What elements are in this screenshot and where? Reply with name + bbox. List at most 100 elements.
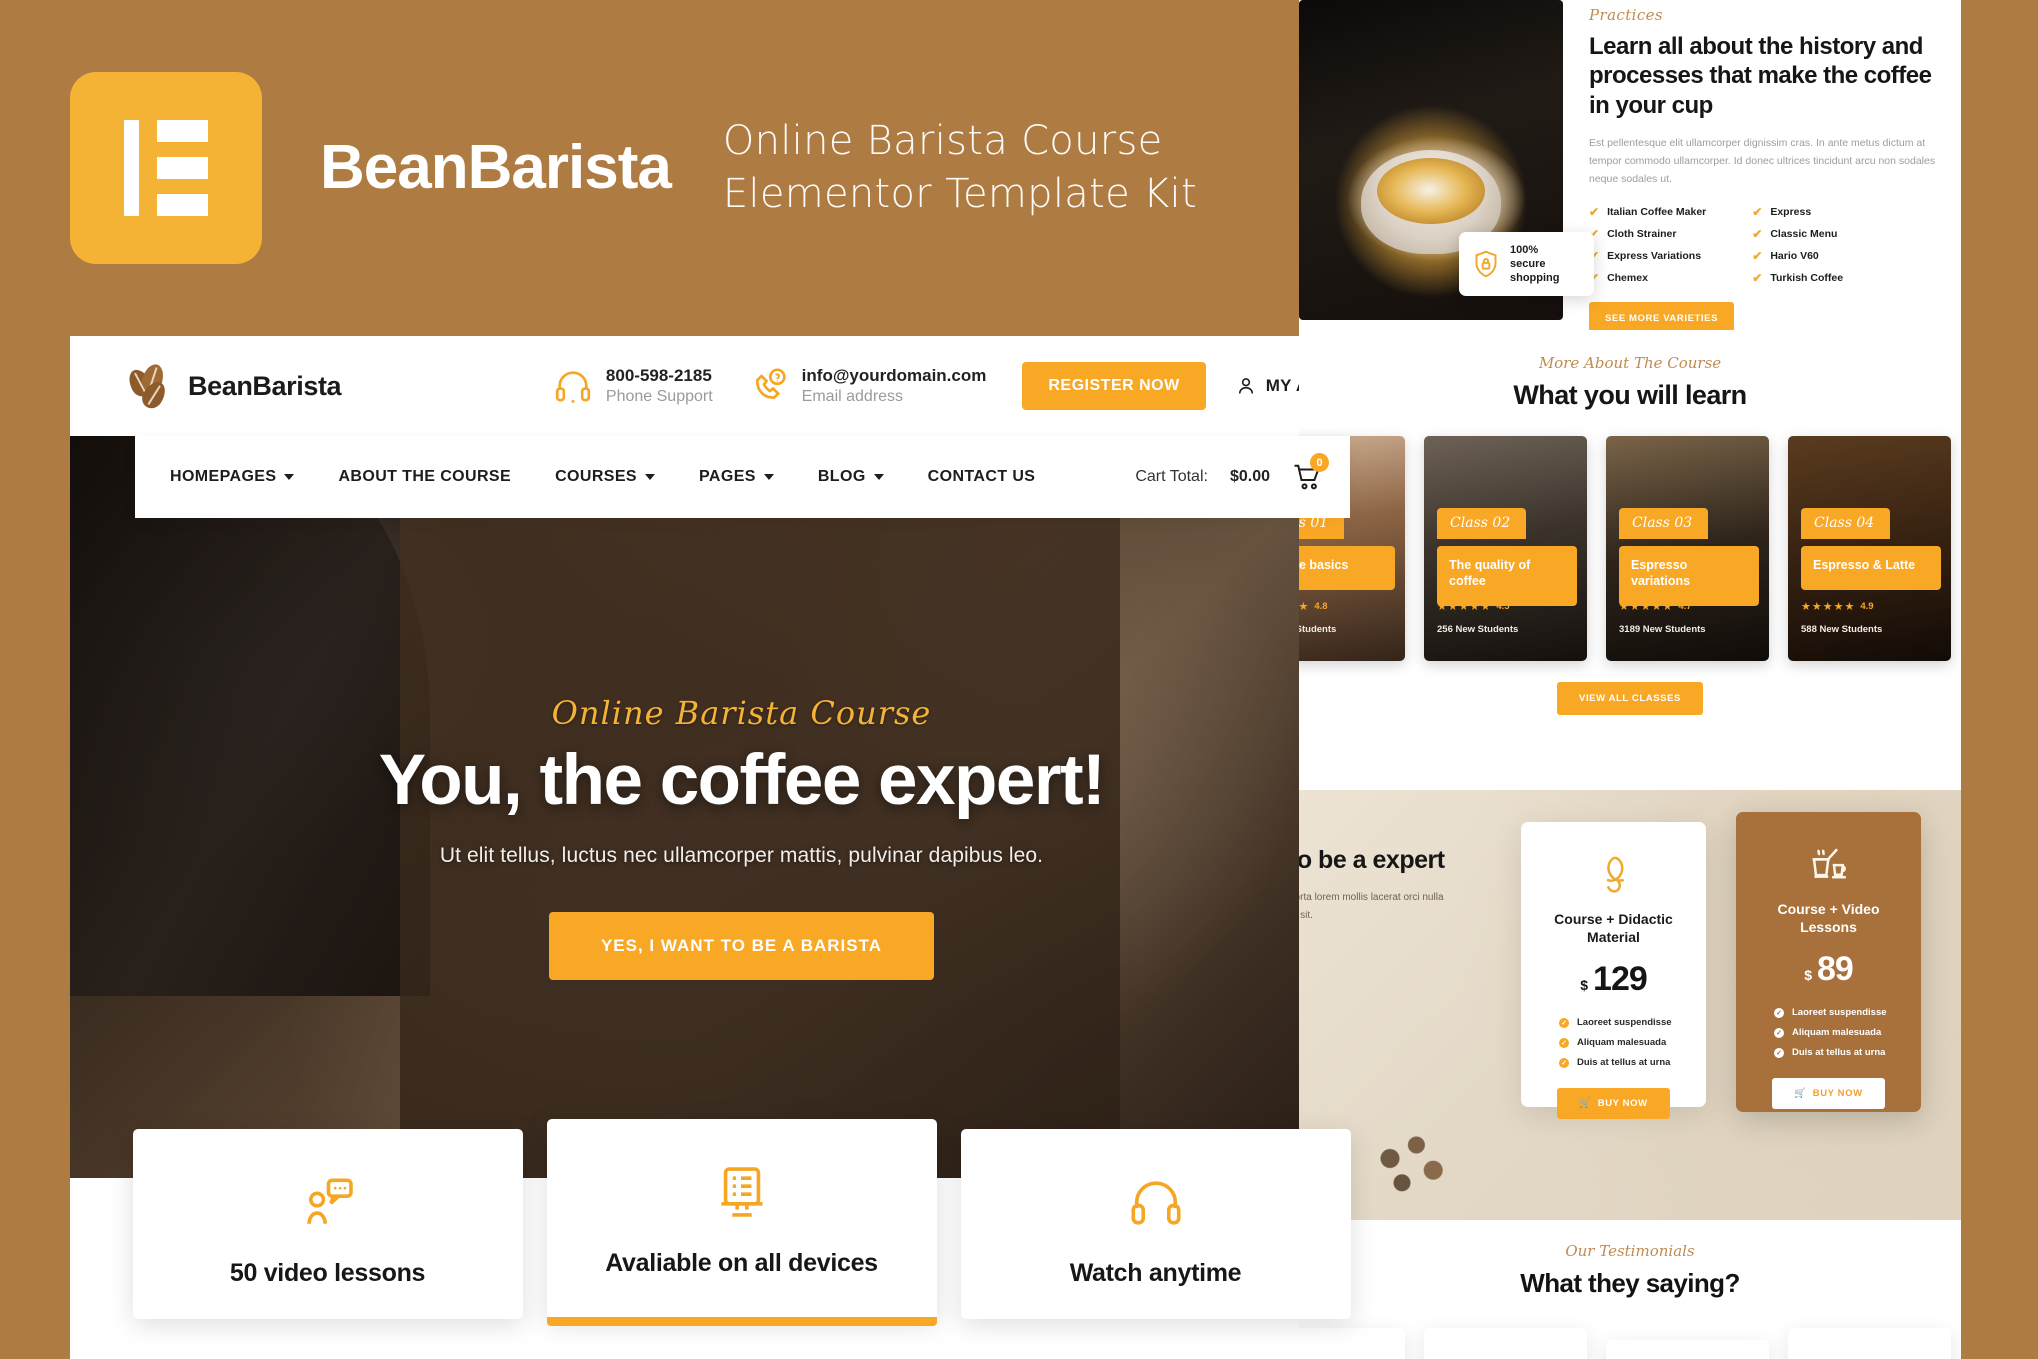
shopping-cart-icon[interactable]: 0 — [1292, 453, 1329, 492]
rating-value: 4.8 — [1314, 601, 1328, 612]
cart-item-count-badge: 0 — [1310, 453, 1329, 472]
coffee-beans-icon — [124, 361, 174, 413]
contact-phone[interactable]: 800-598-2185 Phone Support — [553, 365, 713, 406]
feature-card-video-lessons[interactable]: 50 video lessons — [132, 1129, 523, 1319]
turkish-pot-icon — [1756, 838, 1901, 890]
list-item: ✓ Duis at tellus at urna — [1774, 1047, 1885, 1058]
cart-total-label: Cart Total: — [1135, 468, 1208, 485]
list-item: ✔ Turkish Coffee — [1752, 272, 1843, 284]
learn-heading: What you will learn — [1513, 380, 1747, 410]
plan-price: $ 89 — [1756, 950, 1901, 989]
nav-item-courses[interactable]: COURSES — [533, 468, 677, 486]
list-item-label: Cloth Strainer — [1607, 227, 1677, 240]
site-logo[interactable]: BeanBarista — [124, 361, 342, 413]
nav-links: HOMEPAGES ABOUT THE COURSE COURSES PAGES… — [148, 468, 1057, 486]
phone-question-icon — [749, 366, 789, 406]
register-now-button[interactable]: REGISTER NOW — [1022, 362, 1206, 410]
list-item: ✔ Express Variations — [1589, 250, 1706, 262]
monitor-list-icon — [713, 1161, 771, 1223]
plan-title: Course + Video Lessons — [1777, 901, 1880, 936]
kit-brand-name: BeanBarista — [320, 133, 672, 202]
kit-subtitle-line-2: Elementor Template Kit — [722, 170, 1197, 217]
nav-item-about-the-course[interactable]: ABOUT THE COURSE — [316, 468, 533, 486]
list-item: ✔ Chemex — [1589, 272, 1706, 284]
rating-value: 4.5 — [1496, 601, 1510, 612]
main-navigation: HOMEPAGES ABOUT THE COURSE COURSES PAGES… — [135, 436, 1350, 518]
class-rating: ★★★★★ 4.9 — [1801, 600, 1874, 613]
practices-feature-lists: ✔ Italian Coffee Maker ✔ Cloth Strainer ✔ E… — [1589, 206, 1949, 284]
testimonial-card[interactable] — [1788, 1328, 1951, 1359]
nav-item-contact-us[interactable]: CONTACT US — [906, 468, 1058, 486]
buy-now-label: BUY NOW — [1597, 1098, 1648, 1110]
nav-item-blog[interactable]: BLOG — [796, 468, 906, 486]
hero-cta-button[interactable]: YES, I WANT TO BE A BARISTA — [548, 911, 935, 980]
headphones-icon — [1127, 1171, 1185, 1233]
plan-features: ✓ Laoreet suspendisse ✓ Aliquam malesuada … — [1541, 1017, 1686, 1068]
nav-item-pages[interactable]: PAGES — [677, 468, 796, 486]
latte-art-shape — [1377, 158, 1485, 224]
kit-subtitle-line-1: Online Barista Course — [722, 117, 1163, 164]
star-rating-icon: ★★★★★ — [1299, 601, 1310, 613]
list-item-label: Laoreet suspendisse — [1792, 1007, 1887, 1019]
learn-heading-block: More About The Course What you will lear… — [1299, 330, 1961, 411]
contact-email[interactable]: info@yourdomain.com Email address — [749, 365, 986, 406]
rating-value: 4.9 — [1860, 601, 1874, 612]
pricing-card-didactic[interactable]: Course + Didactic Material $ 129 ✓ Laoree… — [1521, 822, 1706, 1120]
pricing-paragraph-fragment: porta lorem mollis lacerat orci nulla m … — [1299, 892, 1444, 921]
phone-number: 800-598-2185 — [605, 366, 712, 386]
cart-small-icon: 🛒 — [1579, 1098, 1592, 1110]
list-item-label: Duis at tellus at urna — [1792, 1047, 1886, 1059]
practices-paragraph: Est pellentesque elit ullamcorper dignis… — [1589, 136, 1936, 185]
practices-heading: Learn all about the history and processe… — [1589, 33, 1932, 119]
view-all-classes-button[interactable]: VIEW ALL CLASSES — [1557, 682, 1703, 715]
feature-card-watch-anytime[interactable]: Watch anytime — [960, 1129, 1351, 1319]
class-title: Espresso & Latte — [1801, 546, 1941, 590]
check-icon: ✔ — [1752, 204, 1763, 219]
practices-list-left: ✔ Italian Coffee Maker ✔ Cloth Strainer ✔ E… — [1589, 206, 1706, 284]
testimonial-card[interactable] — [1424, 1328, 1587, 1359]
shield-lock-icon — [1471, 248, 1501, 280]
badge-line-1: 100% — [1510, 243, 1539, 256]
screenshot-root: BeanBarista Online Barista Course Elemen… — [0, 0, 2038, 1359]
plan-features: ✓ Laoreet suspendisse ✓ Aliquam malesuada … — [1756, 1007, 1901, 1058]
hero-title: You, the coffee expert! — [378, 741, 1106, 821]
check-circle-icon: ✓ — [1774, 1047, 1784, 1058]
check-icon: ✔ — [1752, 270, 1763, 285]
testimonial-card[interactable] — [1606, 1340, 1769, 1359]
check-icon: ✔ — [1589, 204, 1600, 219]
class-card[interactable]: Class 04 Espresso & Latte ★★★★★ 4.9 588 … — [1788, 436, 1951, 661]
cart-summary[interactable]: Cart Total: $0.00 0 — [1135, 453, 1329, 492]
buy-now-button-video[interactable]: 🛒 BUY NOW — [1772, 1078, 1885, 1110]
feature-label: Watch anytime — [1069, 1259, 1242, 1287]
practices-eyebrow: Practices — [1589, 6, 1664, 24]
list-item: ✔ Express — [1752, 206, 1843, 218]
nav-label: PAGES — [699, 468, 756, 485]
list-item-label: Classic Menu — [1770, 227, 1838, 240]
coffee-bean-icon — [1541, 848, 1686, 900]
class-card[interactable]: Class 03 Espresso variations ★★★★★ 4.7 3… — [1606, 436, 1769, 661]
list-item: ✔ Italian Coffee Maker — [1589, 206, 1706, 218]
right-background-edge — [1961, 0, 2038, 1359]
pricing-cards: Course + Didactic Material $ 129 ✓ Laoree… — [1521, 812, 1921, 1122]
buy-now-button-didactic[interactable]: 🛒 BUY NOW — [1557, 1088, 1670, 1120]
site-logo-text: BeanBarista — [188, 370, 342, 401]
class-card[interactable]: Class 02 The quality of coffee ★★★★★ 4.5… — [1424, 436, 1587, 661]
check-circle-icon: ✓ — [1559, 1057, 1569, 1068]
nav-item-homepages[interactable]: HOMEPAGES — [148, 468, 316, 486]
feature-card-all-devices[interactable]: Avaliable on all devices — [546, 1119, 937, 1326]
chevron-down-icon — [645, 474, 656, 480]
list-item: ✓ Laoreet suspendisse — [1774, 1007, 1887, 1018]
feature-cards: 50 video lessons Avaliable on all device… — [70, 1119, 1413, 1359]
check-circle-icon: ✓ — [1774, 1007, 1784, 1018]
price-value: 129 — [1593, 960, 1648, 999]
user-icon — [1236, 375, 1256, 397]
badge-line-3: shopping — [1510, 272, 1560, 285]
class-rating: ★★★★★ 4.5 — [1437, 600, 1510, 613]
plan-title: Course + Didactic Material — [1554, 911, 1673, 946]
nav-label: BLOG — [817, 468, 866, 485]
list-item: ✓ Duis at tellus at urna — [1559, 1057, 1670, 1068]
practices-section: 100% secure shopping Practices Learn all… — [1299, 0, 1961, 335]
pricing-card-video[interactable]: Course + Video Lessons $ 89 ✓ Laoreet sus… — [1736, 812, 1921, 1112]
cart-total-value: $0.00 — [1229, 468, 1270, 485]
class-title: The quality of coffee — [1437, 546, 1577, 606]
